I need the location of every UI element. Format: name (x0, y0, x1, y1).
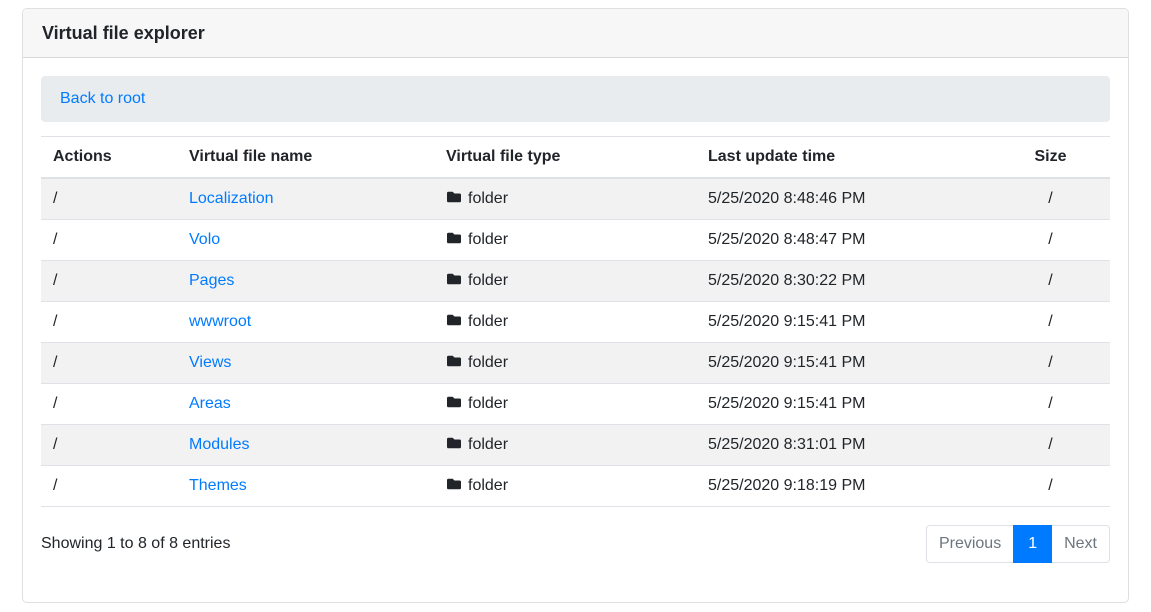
row-size: / (991, 220, 1110, 261)
column-header-actions: Actions (41, 137, 177, 179)
row-size: / (991, 425, 1110, 466)
card-header: Virtual file explorer (23, 9, 1128, 58)
table-row: / wwwroot folder 5/25/2020 9:15:41 PM / (41, 302, 1110, 343)
file-name-link[interactable]: Themes (189, 477, 247, 494)
row-size: / (991, 384, 1110, 425)
table-row: / Modules folder 5/25/2020 8:31:01 PM / (41, 425, 1110, 466)
row-updated: 5/25/2020 9:15:41 PM (696, 302, 991, 343)
file-type-label: folder (468, 272, 508, 289)
file-table: Actions Virtual file name Virtual file t… (41, 136, 1110, 507)
pagination: Previous 1 Next (926, 525, 1110, 563)
table-row: / Localization folder 5/25/2020 8:48:46 … (41, 178, 1110, 220)
next-page-button[interactable]: Next (1051, 525, 1110, 563)
row-size: / (991, 343, 1110, 384)
header-row: Actions Virtual file name Virtual file t… (41, 137, 1110, 179)
row-size: / (991, 302, 1110, 343)
table-row: / Pages folder 5/25/2020 8:30:22 PM / (41, 261, 1110, 302)
entries-info: Showing 1 to 8 of 8 entries (41, 535, 230, 553)
column-header-name: Virtual file name (177, 137, 434, 179)
table-footer: Showing 1 to 8 of 8 entries Previous 1 N… (41, 525, 1110, 563)
row-actions: / (41, 466, 177, 507)
file-name-link[interactable]: Volo (189, 231, 220, 248)
folder-icon (446, 477, 462, 491)
previous-page-button[interactable]: Previous (926, 525, 1014, 563)
row-actions: / (41, 384, 177, 425)
row-actions: / (41, 425, 177, 466)
folder-icon (446, 272, 462, 286)
row-size: / (991, 261, 1110, 302)
row-updated: 5/25/2020 9:15:41 PM (696, 343, 991, 384)
back-to-root-link[interactable]: Back to root (60, 90, 145, 107)
page-title: Virtual file explorer (42, 23, 205, 43)
file-type-label: folder (468, 436, 508, 453)
row-actions: / (41, 178, 177, 220)
folder-icon (446, 231, 462, 245)
row-actions: / (41, 343, 177, 384)
table-row: / Themes folder 5/25/2020 9:18:19 PM / (41, 466, 1110, 507)
row-updated: 5/25/2020 8:48:47 PM (696, 220, 991, 261)
file-type-label: folder (468, 190, 508, 207)
table-row: / Areas folder 5/25/2020 9:15:41 PM / (41, 384, 1110, 425)
row-updated: 5/25/2020 8:31:01 PM (696, 425, 991, 466)
file-name-link[interactable]: Modules (189, 436, 249, 453)
column-header-updated: Last update time (696, 137, 991, 179)
file-name-link[interactable]: Localization (189, 190, 274, 207)
file-table-header: Actions Virtual file name Virtual file t… (41, 137, 1110, 179)
column-header-type: Virtual file type (434, 137, 696, 179)
row-actions: / (41, 261, 177, 302)
folder-icon (446, 354, 462, 368)
row-updated: 5/25/2020 9:18:19 PM (696, 466, 991, 507)
folder-icon (446, 395, 462, 409)
row-size: / (991, 466, 1110, 507)
row-actions: / (41, 302, 177, 343)
folder-icon (446, 190, 462, 204)
file-name-link[interactable]: Pages (189, 272, 234, 289)
virtual-file-explorer-card: Virtual file explorer Back to root Actio… (22, 8, 1129, 603)
folder-icon (446, 436, 462, 450)
file-name-link[interactable]: wwwroot (189, 313, 251, 330)
row-size: / (991, 178, 1110, 220)
table-row: / Volo folder 5/25/2020 8:48:47 PM / (41, 220, 1110, 261)
breadcrumb-bar: Back to root (41, 76, 1110, 122)
file-type-label: folder (468, 231, 508, 248)
folder-icon (446, 313, 462, 327)
file-name-link[interactable]: Views (189, 354, 231, 371)
row-updated: 5/25/2020 8:30:22 PM (696, 261, 991, 302)
file-type-label: folder (468, 313, 508, 330)
page-1-button[interactable]: 1 (1013, 525, 1052, 563)
file-name-link[interactable]: Areas (189, 395, 231, 412)
row-updated: 5/25/2020 9:15:41 PM (696, 384, 991, 425)
row-actions: / (41, 220, 177, 261)
file-type-label: folder (468, 354, 508, 371)
table-row: / Views folder 5/25/2020 9:15:41 PM / (41, 343, 1110, 384)
file-type-label: folder (468, 477, 508, 494)
card-body: Back to root Actions Virtual file name V… (23, 58, 1128, 597)
row-updated: 5/25/2020 8:48:46 PM (696, 178, 991, 220)
file-type-label: folder (468, 395, 508, 412)
file-table-body: / Localization folder 5/25/2020 8:48:46 … (41, 178, 1110, 507)
column-header-size: Size (991, 137, 1110, 179)
